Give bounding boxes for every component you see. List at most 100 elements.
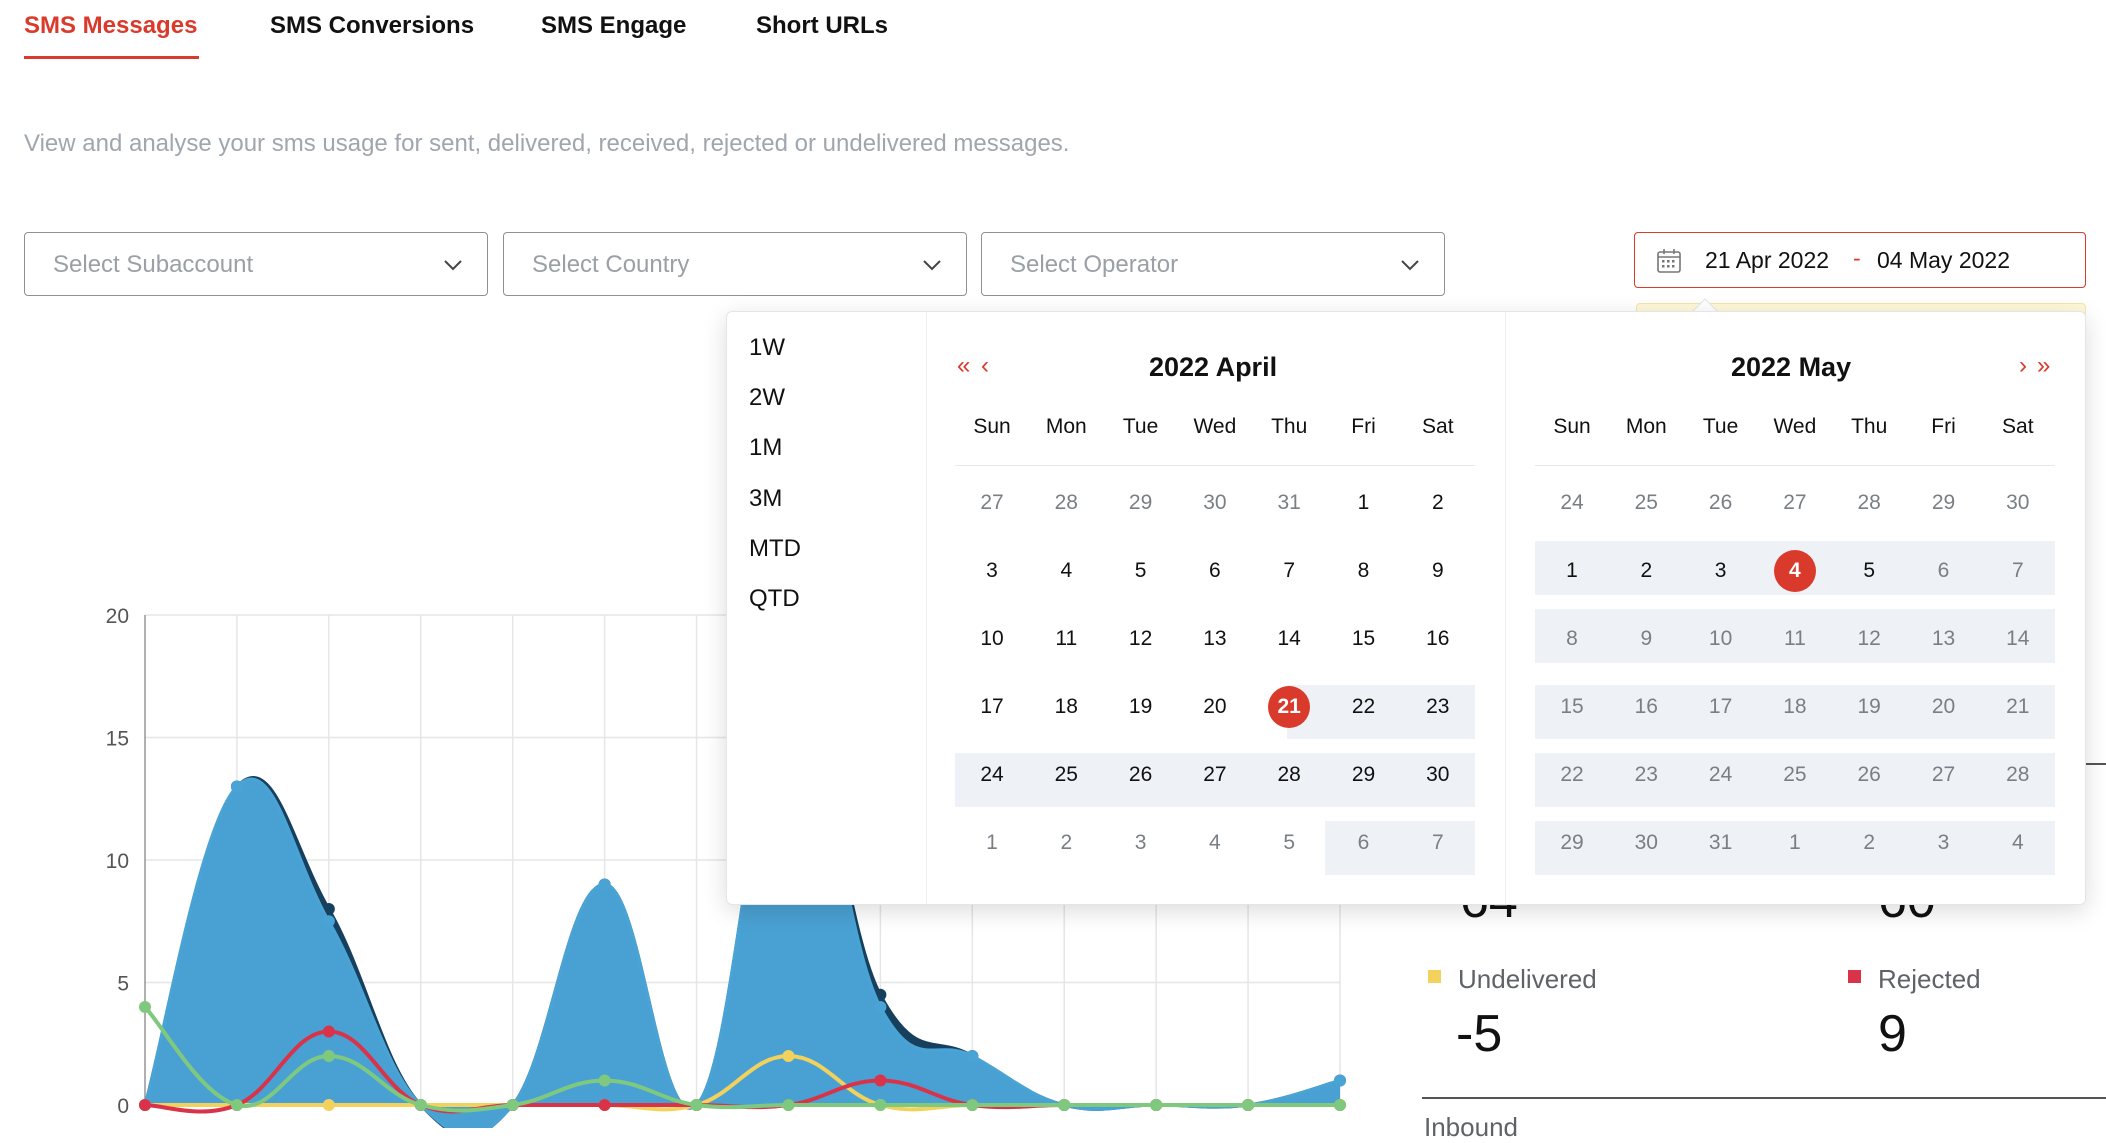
calendar-day[interactable]: 11: [1029, 612, 1103, 666]
calendar-day[interactable]: 28: [1029, 476, 1103, 530]
calendar-day[interactable]: 11: [1758, 612, 1832, 666]
calendar-day[interactable]: 30: [1401, 748, 1475, 802]
calendar-day[interactable]: 18: [1029, 680, 1103, 734]
calendar-day[interactable]: 28: [1981, 748, 2055, 802]
country-select[interactable]: Select Country: [503, 232, 967, 296]
calendar-day[interactable]: 3: [955, 544, 1029, 598]
calendar-day[interactable]: 1: [1758, 816, 1832, 870]
calendar-day[interactable]: 27: [1758, 476, 1832, 530]
calendar-day[interactable]: 9: [1401, 544, 1475, 598]
calendar-day[interactable]: 22: [1535, 748, 1609, 802]
calendar-day[interactable]: 10: [955, 612, 1029, 666]
calendar-day[interactable]: 27: [1178, 748, 1252, 802]
calendar-day[interactable]: 10: [1684, 612, 1758, 666]
calendar-day[interactable]: 8: [1327, 544, 1401, 598]
calendar-day[interactable]: 20: [1178, 680, 1252, 734]
calendar-day[interactable]: 27: [1907, 748, 1981, 802]
calendar-day[interactable]: 4: [1758, 544, 1832, 598]
calendar-day[interactable]: 30: [1178, 476, 1252, 530]
calendar-day[interactable]: 6: [1178, 544, 1252, 598]
calendar-day[interactable]: 12: [1832, 612, 1906, 666]
tab-sms-messages[interactable]: SMS Messages: [24, 12, 197, 40]
preset-qtd[interactable]: QTD: [749, 585, 800, 613]
tab-sms-conversions[interactable]: SMS Conversions: [270, 12, 474, 40]
calendar-day[interactable]: 29: [1907, 476, 1981, 530]
calendar-day[interactable]: 20: [1907, 680, 1981, 734]
calendar-day[interactable]: 30: [1609, 816, 1683, 870]
calendar-day[interactable]: 7: [1401, 816, 1475, 870]
calendar-day[interactable]: 29: [1327, 748, 1401, 802]
calendar-day[interactable]: 16: [1609, 680, 1683, 734]
preset-3m[interactable]: 3M: [749, 485, 782, 513]
calendar-day[interactable]: 15: [1535, 680, 1609, 734]
calendar-day[interactable]: 13: [1907, 612, 1981, 666]
calendar-day[interactable]: 15: [1327, 612, 1401, 666]
preset-1m[interactable]: 1M: [749, 434, 782, 462]
calendar-day[interactable]: 3: [1907, 816, 1981, 870]
calendar-day[interactable]: 31: [1252, 476, 1326, 530]
calendar-day[interactable]: 19: [1104, 680, 1178, 734]
calendar-day[interactable]: 1: [1327, 476, 1401, 530]
calendar-day[interactable]: 2: [1029, 816, 1103, 870]
calendar-day[interactable]: 1: [955, 816, 1029, 870]
calendar-day[interactable]: 3: [1684, 544, 1758, 598]
operator-select[interactable]: Select Operator: [981, 232, 1445, 296]
calendar-day[interactable]: 6: [1327, 816, 1401, 870]
calendar-day[interactable]: 26: [1832, 748, 1906, 802]
calendar-day[interactable]: 23: [1401, 680, 1475, 734]
calendar-day[interactable]: 1: [1535, 544, 1609, 598]
calendar-day[interactable]: 29: [1104, 476, 1178, 530]
calendar-day[interactable]: 25: [1758, 748, 1832, 802]
calendar-day[interactable]: 2: [1401, 476, 1475, 530]
calendar-day[interactable]: 25: [1609, 476, 1683, 530]
calendar-day[interactable]: 21: [1252, 680, 1326, 734]
calendar-day[interactable]: 14: [1252, 612, 1326, 666]
calendar-day[interactable]: 5: [1832, 544, 1906, 598]
calendar-day[interactable]: 18: [1758, 680, 1832, 734]
calendar-day[interactable]: 13: [1178, 612, 1252, 666]
calendar-day[interactable]: 25: [1029, 748, 1103, 802]
preset-1w[interactable]: 1W: [749, 334, 785, 362]
calendar-day[interactable]: 26: [1104, 748, 1178, 802]
calendar-day[interactable]: 2: [1832, 816, 1906, 870]
calendar-day[interactable]: 4: [1178, 816, 1252, 870]
tab-short-urls[interactable]: Short URLs: [756, 12, 888, 40]
calendar-day[interactable]: 12: [1104, 612, 1178, 666]
calendar-day[interactable]: 24: [955, 748, 1029, 802]
calendar-day[interactable]: 6: [1907, 544, 1981, 598]
calendar-day[interactable]: 28: [1832, 476, 1906, 530]
calendar-day[interactable]: 23: [1609, 748, 1683, 802]
calendar-day[interactable]: 16: [1401, 612, 1475, 666]
date-range-end[interactable]: 04 May 2022: [1877, 247, 2010, 274]
calendar-day[interactable]: 2: [1609, 544, 1683, 598]
calendar-day[interactable]: 31: [1684, 816, 1758, 870]
calendar-day[interactable]: 22: [1327, 680, 1401, 734]
calendar-day[interactable]: 5: [1104, 544, 1178, 598]
next-month-icon[interactable]: ›: [2019, 352, 2027, 380]
calendar-day[interactable]: 8: [1535, 612, 1609, 666]
calendar-day[interactable]: 30: [1981, 476, 2055, 530]
calendar-day[interactable]: 27: [955, 476, 1029, 530]
calendar-day[interactable]: 21: [1981, 680, 2055, 734]
date-range-start[interactable]: 21 Apr 2022: [1705, 247, 1829, 274]
preset-2w[interactable]: 2W: [749, 384, 785, 412]
preset-mtd[interactable]: MTD: [749, 535, 801, 563]
subaccount-select[interactable]: Select Subaccount: [24, 232, 488, 296]
calendar-day[interactable]: 17: [1684, 680, 1758, 734]
next-year-icon[interactable]: »: [2037, 352, 2050, 380]
calendar-day[interactable]: 26: [1684, 476, 1758, 530]
prev-year-icon[interactable]: «: [957, 352, 970, 380]
calendar-day[interactable]: 14: [1981, 612, 2055, 666]
calendar-day[interactable]: 17: [955, 680, 1029, 734]
tab-sms-engage[interactable]: SMS Engage: [541, 12, 686, 40]
prev-month-icon[interactable]: ‹: [981, 352, 989, 380]
calendar-day[interactable]: 4: [1981, 816, 2055, 870]
calendar-day[interactable]: 9: [1609, 612, 1683, 666]
calendar-day[interactable]: 5: [1252, 816, 1326, 870]
calendar-day[interactable]: 4: [1029, 544, 1103, 598]
calendar-day[interactable]: 24: [1535, 476, 1609, 530]
calendar-day[interactable]: 7: [1981, 544, 2055, 598]
calendar-day[interactable]: 24: [1684, 748, 1758, 802]
calendar-day[interactable]: 28: [1252, 748, 1326, 802]
date-range-input[interactable]: 21 Apr 2022 - 04 May 2022: [1634, 232, 2086, 288]
